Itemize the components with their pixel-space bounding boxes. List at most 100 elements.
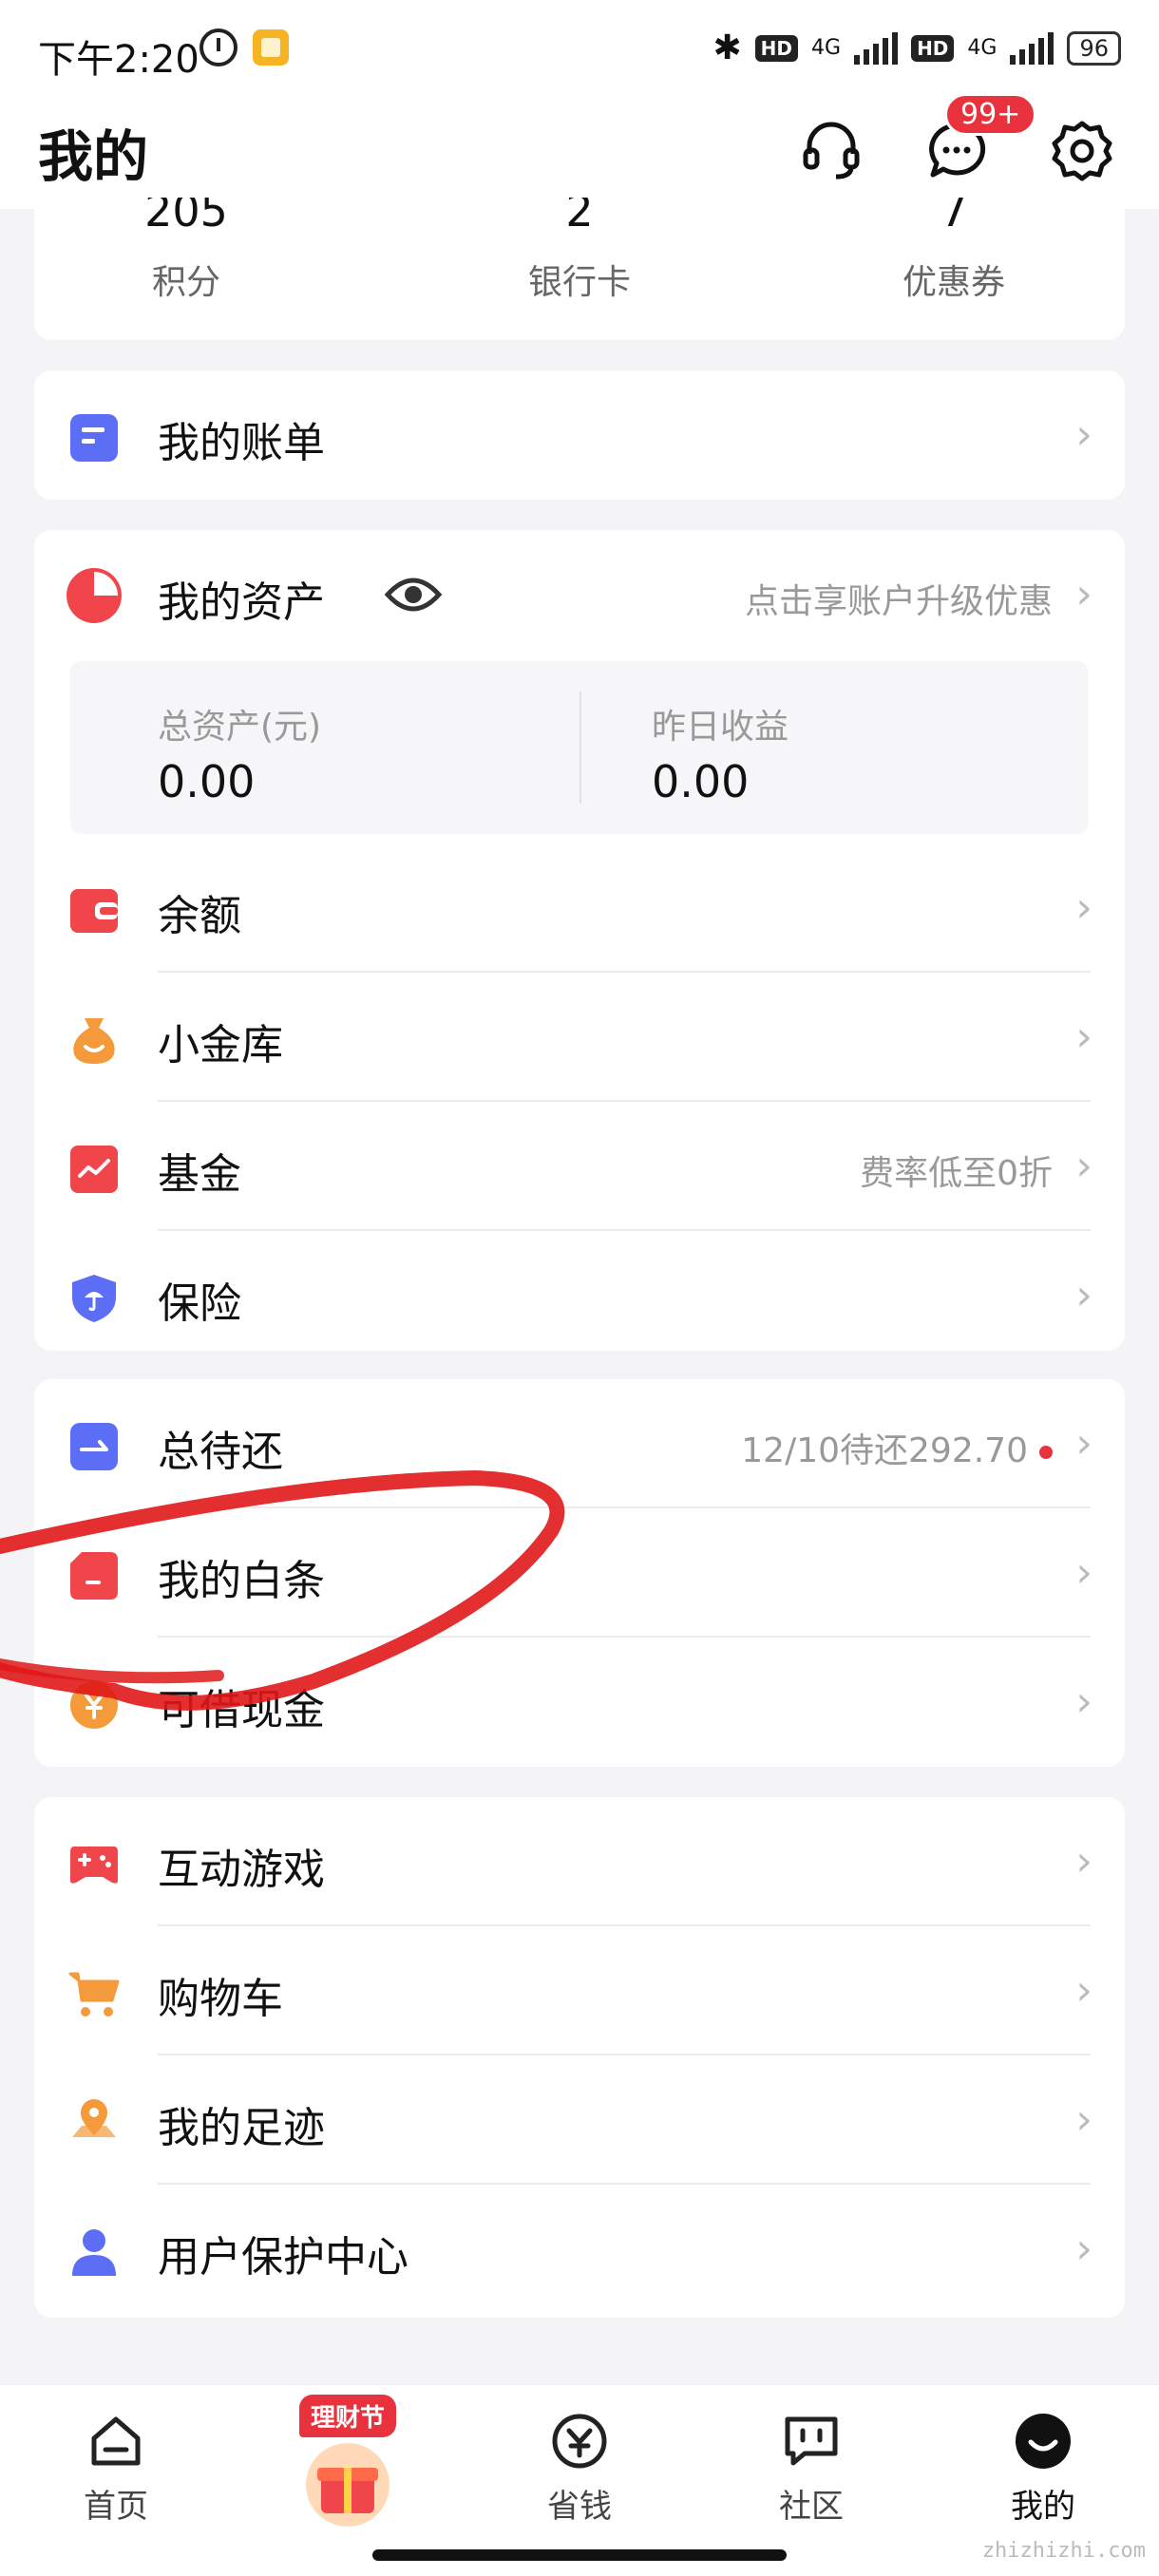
- row-games[interactable]: 互动游戏 ›: [34, 1797, 1125, 1926]
- bill-row[interactable]: 我的账单 ›: [34, 370, 1125, 500]
- row-cart[interactable]: 购物车 ›: [34, 1926, 1125, 2055]
- row-label: 互动游戏: [158, 1846, 325, 1894]
- tab-label: 我的: [1011, 2488, 1075, 2526]
- community-icon: [785, 2416, 838, 2466]
- stat-label: 银行卡: [527, 263, 631, 302]
- red-dot-badge: [1039, 1446, 1053, 1459]
- eye-icon[interactable]: [384, 572, 443, 617]
- pie-chart-icon: [66, 568, 122, 623]
- row-label: 保险: [158, 1279, 241, 1328]
- tab-label: 首页: [84, 2488, 148, 2526]
- row-label: 总待还: [158, 1428, 283, 1476]
- credit-card: 总待还 12/10待还292.70 › 我的白条 › 可借现金 ›: [34, 1379, 1125, 1767]
- stat-coupons[interactable]: 7 优惠券: [859, 198, 1049, 304]
- row-label: 购物车: [158, 1975, 283, 2023]
- tab-label: 省钱: [547, 2488, 612, 2526]
- row-label: 可借现金: [158, 1686, 325, 1734]
- assets-header-row[interactable]: 我的资产 点击享账户升级优惠 ›: [34, 530, 1125, 659]
- yesterday-earnings-value: 0.00: [652, 756, 750, 807]
- tab-home[interactable]: 首页: [40, 2412, 192, 2527]
- stat-bank-cards[interactable]: 2 银行卡: [484, 198, 674, 304]
- bill-icon: [70, 414, 118, 462]
- row-label: 我的足迹: [158, 2104, 325, 2152]
- chevron-right-icon: ›: [1075, 1271, 1092, 1319]
- network-type: 4G: [811, 36, 842, 60]
- chevron-right-icon: ›: [1075, 883, 1092, 932]
- status-time: 下午2:20: [38, 38, 200, 82]
- stat-value: 2: [565, 198, 594, 237]
- wallet-icon: [70, 889, 118, 933]
- shield-icon: [72, 1275, 116, 1322]
- network-type-2: 4G: [967, 36, 998, 60]
- row-baitiao[interactable]: 我的白条 ›: [34, 1508, 1125, 1638]
- bill-label: 我的账单: [158, 419, 325, 467]
- row-insurance[interactable]: 保险 ›: [34, 1231, 1125, 1360]
- alarm-icon: [200, 28, 238, 66]
- assets-card: 我的资产 点击享账户升级优惠 › 总资产(元) 0.00 昨日收益 0.00 余…: [34, 530, 1125, 1351]
- due-text: 12/10待还292.70: [741, 1431, 1028, 1470]
- home-indicator[interactable]: [372, 2549, 787, 2561]
- yesterday-earnings[interactable]: 昨日收益 0.00: [652, 699, 788, 807]
- row-balance[interactable]: 余额 ›: [34, 843, 1125, 973]
- customer-service-icon[interactable]: [798, 118, 864, 184]
- watermark: zhizhizhi.com: [981, 2539, 1146, 2563]
- finance-festival-badge: 理财节: [298, 2395, 396, 2437]
- row-label: 我的白条: [158, 1557, 325, 1605]
- row-footprint[interactable]: 我的足迹 ›: [34, 2055, 1125, 2185]
- tab-mine[interactable]: 我的: [967, 2412, 1119, 2527]
- battery-indicator: 96: [1067, 30, 1121, 66]
- yesterday-earnings-label: 昨日收益: [652, 708, 789, 747]
- stat-label: 优惠券: [902, 263, 1005, 302]
- row-label: 用户保护中心: [158, 2233, 408, 2282]
- chevron-right-icon: ›: [1075, 1548, 1092, 1597]
- shopping-cart-icon: [68, 1972, 120, 2017]
- row-cash-loan[interactable]: 可借现金 ›: [34, 1638, 1125, 1767]
- settings-icon[interactable]: [1049, 118, 1115, 184]
- more-card: 互动游戏 › 购物车 › 我的足迹 › 用户保护中心 ›: [34, 1797, 1125, 2318]
- location-pin-icon: [72, 2099, 116, 2137]
- row-user-protection[interactable]: 用户保护中心 ›: [34, 2185, 1125, 2314]
- game-controller-icon: [70, 1847, 118, 1884]
- chevron-right-icon: ›: [1075, 1419, 1092, 1468]
- row-fund[interactable]: 基金 费率低至0折 ›: [34, 1102, 1125, 1231]
- chevron-right-icon: ›: [1075, 410, 1092, 459]
- tab-save-money[interactable]: 省钱: [504, 2412, 656, 2527]
- assets-label: 我的资产: [158, 578, 325, 627]
- chevron-right-icon: ›: [1075, 570, 1092, 618]
- row-label: 余额: [158, 892, 241, 940]
- tab-community[interactable]: 社区: [735, 2412, 887, 2527]
- chevron-right-icon: ›: [1075, 2095, 1092, 2144]
- trend-chart-icon: [70, 1146, 118, 1193]
- stat-points[interactable]: 205 积分: [91, 198, 281, 304]
- row-label: 小金库: [158, 1021, 283, 1070]
- row-hint: 费率低至0折: [860, 1154, 1053, 1193]
- row-vault[interactable]: 小金库 ›: [34, 973, 1125, 1102]
- home-icon: [91, 2416, 141, 2466]
- chevron-right-icon: ›: [1075, 1837, 1092, 1885]
- hd-indicator-2: HD: [911, 34, 955, 62]
- user-icon: [72, 2229, 116, 2276]
- bluetooth-icon: ✱: [712, 28, 742, 67]
- stat-value: 205: [144, 198, 228, 237]
- signal-icon-2: [1010, 31, 1054, 65]
- cash-icon: [70, 1681, 118, 1729]
- row-total-due[interactable]: 总待还 12/10待还292.70 ›: [34, 1379, 1125, 1508]
- chevron-right-icon: ›: [1075, 1677, 1092, 1726]
- row-label: 基金: [158, 1150, 241, 1199]
- status-bar: 下午2:20 ✱ HD 4G HD 4G 96: [0, 0, 1159, 104]
- message-badge: 99+: [944, 93, 1037, 136]
- chevron-right-icon: ›: [1075, 1966, 1092, 2015]
- total-assets-label: 总资产(元): [158, 708, 322, 747]
- chevron-right-icon: ›: [1075, 2225, 1092, 2273]
- mine-smile-icon: [1016, 2414, 1071, 2469]
- stat-value: 7: [940, 198, 968, 237]
- signal-icon: [854, 31, 899, 65]
- tab-finance-festival[interactable]: 理财节: [272, 2395, 424, 2529]
- divider: [580, 691, 581, 804]
- chevron-right-icon: ›: [1075, 1142, 1092, 1190]
- save-money-icon: [552, 2414, 607, 2469]
- total-assets[interactable]: 总资产(元) 0.00: [158, 699, 321, 807]
- gift-icon: [306, 2443, 390, 2527]
- asset-summary: 总资产(元) 0.00 昨日收益 0.00: [70, 661, 1089, 834]
- chevron-right-icon: ›: [1075, 1013, 1092, 1061]
